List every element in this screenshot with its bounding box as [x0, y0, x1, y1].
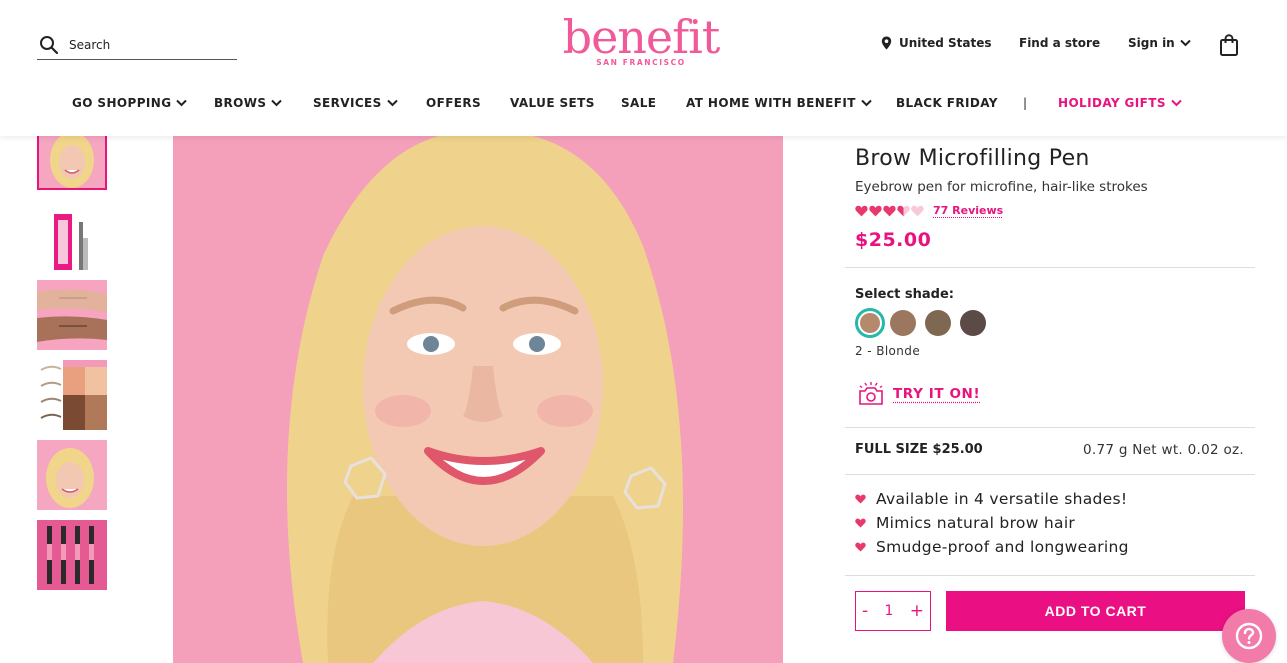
nav-go-shopping[interactable]: GO SHOPPING — [72, 96, 188, 110]
quantity-value: 1 — [884, 603, 894, 619]
list-item: Available in 4 versatile shades! — [855, 487, 1129, 511]
thumbnail-brow-shapes[interactable] — [37, 360, 107, 430]
nav-label: SALE — [621, 96, 657, 110]
chevron-down-icon — [861, 99, 872, 107]
location-label: United States — [899, 36, 992, 50]
nav-label: AT HOME WITH BENEFIT — [686, 96, 856, 110]
heart-icon — [855, 542, 866, 552]
nav-separator: | — [1023, 96, 1027, 110]
nav-label: HOLIDAY GIFTS — [1058, 96, 1166, 110]
thumbnail-pens-lineup[interactable] — [37, 520, 107, 590]
camera-icon — [859, 382, 883, 405]
chevron-down-icon — [386, 99, 398, 107]
rating-heart-icon — [855, 205, 868, 216]
heart-icon — [855, 494, 866, 504]
chevron-down-icon — [1171, 99, 1182, 107]
bullet-text: Smudge-proof and longwearing — [876, 538, 1129, 556]
location-pin-icon — [881, 36, 892, 50]
nav-label: BROWS — [214, 96, 267, 110]
nav-separator-label: | — [1023, 96, 1028, 110]
question-mark-icon — [1235, 622, 1263, 650]
product-hero-image[interactable] — [173, 136, 783, 663]
net-weight: 0.77 g Net wt. 0.02 oz. — [1082, 442, 1244, 458]
nav-label: VALUE SETS — [510, 96, 595, 110]
list-item: Smudge-proof and longwearing — [855, 535, 1129, 559]
nav-label: BLACK FRIDAY — [896, 96, 998, 110]
add-to-cart-button[interactable]: ADD TO CART — [946, 591, 1245, 631]
nav-label: OFFERS — [426, 96, 482, 110]
nav-at-home[interactable]: AT HOME WITH BENEFIT — [686, 96, 872, 110]
heart-icon — [855, 518, 866, 528]
sign-in-label: Sign in — [1128, 36, 1175, 50]
nav-holiday-gifts[interactable]: HOLIDAY GIFTS — [1058, 96, 1182, 110]
quantity-stepper[interactable]: - 1 + — [855, 591, 931, 631]
search-input[interactable] — [69, 37, 219, 52]
nav-services[interactable]: SERVICES — [313, 96, 398, 110]
thumbnail-product-packaging[interactable] — [37, 208, 107, 278]
location-selector[interactable]: United States — [881, 36, 992, 50]
nav-label: SERVICES — [313, 96, 382, 110]
rating-heart-icon — [911, 205, 924, 216]
sign-in-menu[interactable]: Sign in — [1128, 36, 1191, 50]
search-bar[interactable] — [37, 30, 237, 60]
find-store-link[interactable]: Find a store — [1019, 36, 1100, 50]
thumbnail-model-portrait-2[interactable] — [37, 440, 107, 510]
nav-value-sets[interactable]: VALUE SETS — [510, 96, 595, 110]
shade-swatch[interactable] — [890, 310, 916, 336]
rating-heart-icon — [883, 205, 896, 216]
nav-label: GO SHOPPING — [72, 96, 172, 110]
divider — [845, 427, 1255, 428]
chevron-down-icon — [176, 99, 188, 107]
chevron-down-icon — [271, 99, 283, 107]
logo-wordmark: benefit — [562, 10, 721, 64]
divider — [845, 267, 1255, 268]
shade-swatch[interactable] — [960, 310, 986, 336]
nav-black-friday[interactable]: BLACK FRIDAY — [896, 96, 998, 110]
nav-sale[interactable]: SALE — [621, 96, 656, 110]
try-it-on-button[interactable]: TRY IT ON! — [857, 382, 980, 406]
benefit-logo[interactable]: benefit SAN FRANCISCO — [560, 14, 722, 74]
full-size-price: FULL SIZE $25.00 — [855, 442, 983, 457]
divider — [845, 575, 1255, 576]
benefit-bullets: Available in 4 versatile shades! Mimics … — [855, 487, 1129, 559]
thumbnail-arm-swatches[interactable] — [37, 280, 107, 350]
reviews-link[interactable]: 77 Reviews — [933, 204, 1003, 217]
shade-swatch[interactable] — [855, 308, 885, 338]
select-shade-label: Select shade: — [855, 287, 954, 302]
site-header: benefit SAN FRANCISCO United States Find… — [0, 0, 1287, 136]
selected-shade-name: 2 - Blonde — [855, 344, 921, 358]
help-button[interactable] — [1222, 609, 1276, 663]
increase-quantity-button[interactable]: + — [910, 601, 924, 621]
list-item: Mimics natural brow hair — [855, 511, 1129, 535]
model-portrait-illustration — [173, 136, 783, 663]
shopping-bag-icon[interactable] — [1219, 34, 1239, 56]
find-store-label: Find a store — [1019, 36, 1101, 50]
product-subtitle: Eyebrow pen for microfine, hair-like str… — [855, 179, 1148, 195]
product-title: Brow Microfilling Pen — [855, 146, 1090, 171]
bullet-text: Mimics natural brow hair — [876, 514, 1076, 532]
try-it-on-label: TRY IT ON! — [893, 386, 981, 402]
nav-brows[interactable]: BROWS — [214, 96, 283, 110]
shade-swatches — [855, 308, 995, 338]
product-rating: 77 Reviews — [855, 204, 1003, 217]
search-icon[interactable] — [39, 35, 59, 55]
rating-heart-icon — [897, 205, 910, 216]
bullet-text: Available in 4 versatile shades! — [876, 490, 1128, 508]
main-navigation: GO SHOPPING BROWS SERVICES OFFERS VALUE … — [0, 96, 1287, 114]
shade-swatch[interactable] — [925, 310, 951, 336]
decrease-quantity-button[interactable]: - — [862, 601, 868, 621]
chevron-down-icon — [1180, 39, 1191, 47]
divider — [845, 474, 1255, 475]
nav-offers[interactable]: OFFERS — [426, 96, 481, 110]
product-price: $25.00 — [855, 229, 932, 251]
rating-hearts — [855, 205, 925, 217]
rating-heart-icon — [869, 205, 882, 216]
